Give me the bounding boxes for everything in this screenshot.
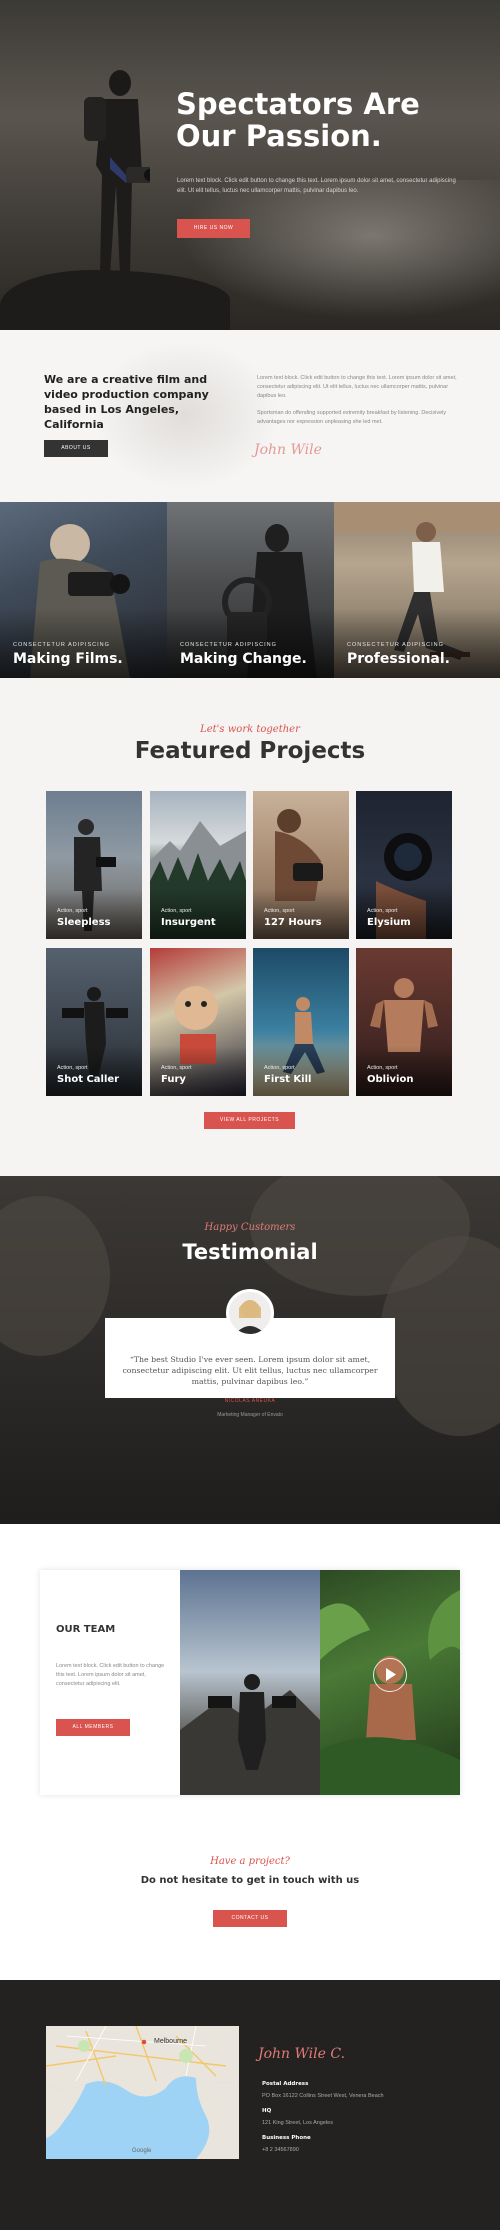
- project-category: Action, sport: [57, 1065, 88, 1071]
- footer: Melbourne Google John Wile C. Postal Add…: [0, 1980, 500, 2230]
- project-card[interactable]: Action, sport Elysium: [356, 791, 452, 939]
- project-card[interactable]: Action, sport First Kill: [253, 948, 349, 1096]
- project-category: Action, sport: [264, 1065, 295, 1071]
- all-members-button[interactable]: ALL MEMBERS: [56, 1719, 130, 1736]
- project-category: Action, sport: [264, 908, 295, 914]
- play-icon: [386, 1668, 396, 1681]
- project-name: Elysium: [367, 917, 411, 928]
- project-name: Oblivion: [367, 1074, 414, 1085]
- map-city-label: Melbourne: [154, 2038, 188, 2045]
- testimonial-title: Testimonial: [182, 1240, 318, 1264]
- hire-us-button[interactable]: HIRE US NOW: [177, 219, 250, 238]
- team-section: OUR TEAM Lorem text block. Click edit bu…: [0, 1524, 500, 1806]
- hero-title: Spectators Are Our Passion.: [176, 87, 420, 153]
- testimonial-section: Happy Customers Testimonial “The best St…: [0, 1176, 500, 1524]
- testimonial-kicker: Happy Customers: [204, 1222, 296, 1233]
- highlight-kicker: CONSECTETUR ADIPISCING: [347, 642, 444, 648]
- team-image-mountain: [180, 1570, 320, 1795]
- project-card[interactable]: Action, sport Fury: [150, 948, 246, 1096]
- map-brand-label: Google: [132, 2148, 152, 2154]
- highlight-panel-professional[interactable]: CONSECTETUR ADIPISCING Professional.: [334, 502, 500, 678]
- testimonial-quote: “The best Studio I've ever seen. Lorem i…: [122, 1355, 378, 1386]
- postal-address-label: Postal Address: [262, 2081, 309, 2087]
- project-category: Action, sport: [367, 908, 398, 914]
- highlights-section: CONSECTETUR ADIPISCING Making Films. CON…: [0, 502, 500, 678]
- about-heading: We are a creative film and video product…: [44, 373, 209, 431]
- highlight-kicker: CONSECTETUR ADIPISCING: [180, 642, 277, 648]
- hero-person-image: [84, 70, 150, 275]
- avatar: [226, 1289, 274, 1337]
- project-name: Fury: [161, 1074, 186, 1085]
- postal-address-value: PO Box 16122 Collins Street West, Venera…: [262, 2093, 384, 2099]
- project-card[interactable]: Action, sport Sleepless: [46, 791, 142, 939]
- cta-title: Do not hesitate to get in touch with us: [140, 1875, 360, 1886]
- project-card[interactable]: Action, sport Shot Caller: [46, 948, 142, 1096]
- contact-us-button[interactable]: CONTACT US: [213, 1910, 287, 1927]
- project-name: Sleepless: [57, 917, 111, 928]
- project-category: Action, sport: [161, 1065, 192, 1071]
- hq-value: 121 King Street, Los Angeles: [262, 2120, 333, 2126]
- team-text: Lorem text block. Click edit button to c…: [56, 1663, 165, 1687]
- projects-title: Featured Projects: [134, 738, 366, 764]
- cta-kicker: Have a project?: [210, 1856, 290, 1867]
- about-paragraph-2: Sportsman do offending supported extremi…: [257, 410, 447, 425]
- highlight-title: Professional.: [347, 651, 450, 667]
- about-us-button[interactable]: ABOUT US: [44, 440, 108, 457]
- highlight-kicker: CONSECTETUR ADIPISCING: [13, 642, 110, 648]
- projects-kicker: Let's work together: [200, 724, 300, 735]
- project-name: Shot Caller: [57, 1074, 120, 1085]
- project-category: Action, sport: [57, 908, 88, 914]
- about-paragraph-1: Lorem text block. Click edit button to c…: [257, 375, 457, 399]
- view-all-projects-button[interactable]: VIEW ALL PROJECTS: [204, 1112, 295, 1129]
- map-embed[interactable]: Melbourne Google: [46, 2026, 239, 2159]
- testimonial-role: Marketing Manager of Envato: [217, 1412, 283, 1418]
- highlight-panel-change[interactable]: CONSECTETUR ADIPISCING Making Change.: [167, 502, 334, 678]
- project-category: Action, sport: [161, 908, 192, 914]
- play-button[interactable]: [373, 1658, 407, 1692]
- about-section: We are a creative film and video product…: [0, 330, 500, 502]
- project-name: Insurgent: [161, 917, 216, 928]
- featured-projects-section: Let's work together Featured Projects Ac…: [0, 678, 500, 1176]
- hero-section: Spectators Are Our Passion. Lorem text b…: [0, 0, 500, 330]
- team-title: OUR TEAM: [56, 1624, 116, 1635]
- project-card[interactable]: Action, sport Insurgent: [150, 791, 246, 939]
- project-name: First Kill: [264, 1074, 312, 1085]
- contact-cta-section: Have a project? Do not hesitate to get i…: [0, 1806, 500, 1980]
- business-phone-value: +8 2 34567890: [262, 2147, 299, 2153]
- hero-lead-text: Lorem text block. Click edit button to c…: [177, 178, 456, 194]
- business-phone-label: Business Phone: [262, 2135, 311, 2141]
- project-card[interactable]: Action, sport 127 Hours: [253, 791, 349, 939]
- highlight-title: Making Change.: [180, 651, 307, 667]
- highlight-panel-films[interactable]: CONSECTETUR ADIPISCING Making Films.: [0, 502, 167, 678]
- project-category: Action, sport: [367, 1065, 398, 1071]
- project-card[interactable]: Action, sport Oblivion: [356, 948, 452, 1096]
- highlight-title: Making Films.: [13, 651, 123, 667]
- testimonial-author: NICOLAS ANEUKA: [224, 1398, 276, 1404]
- footer-signature: John Wile C.: [258, 2046, 346, 2062]
- hq-label: HQ: [262, 2108, 272, 2114]
- project-name: 127 Hours: [264, 917, 322, 928]
- about-signature: John Wile: [254, 442, 322, 458]
